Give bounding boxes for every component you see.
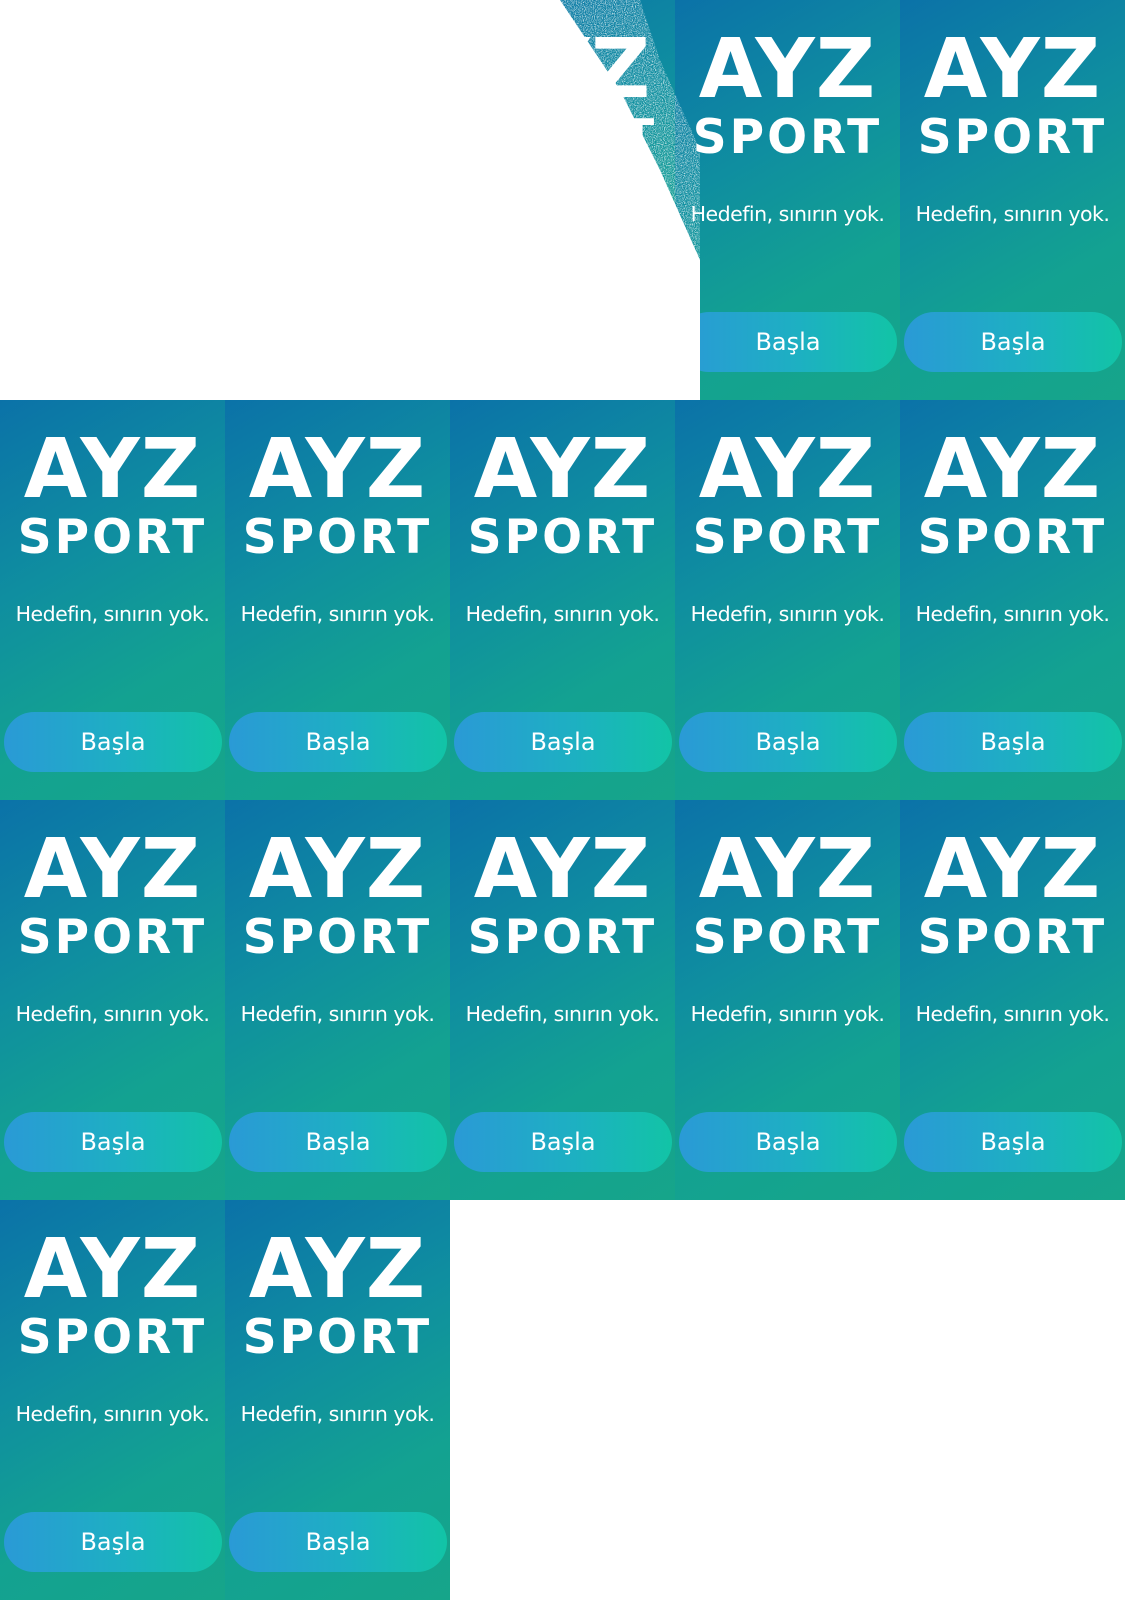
logo-sport: SPORT: [917, 110, 1108, 165]
start-button[interactable]: Başla: [454, 1112, 672, 1172]
logo-ayz: AYZ: [23, 1222, 202, 1317]
logo-sport: SPORT: [917, 910, 1108, 965]
splash-frame: AYZ SPORT Hedefin, sınırın yok. Başla: [450, 400, 675, 800]
logo-sport: SPORT: [467, 910, 658, 965]
tagline: Hedefin, sınırın yok.: [915, 202, 1110, 226]
start-button[interactable]: Başla: [4, 1112, 222, 1172]
splash-frame: AYZ SPORT Hedefin, sınırın yok. Başla: [225, 400, 450, 800]
logo-ayz: AYZ: [698, 22, 877, 117]
logo-sport: SPORT: [467, 510, 658, 565]
logo-ayz: AYZ: [23, 422, 202, 517]
splash-frame: AYZ SPORT Hedefin, sınırın yok. Başla: [900, 400, 1125, 800]
logo-sport: SPORT: [692, 510, 883, 565]
logo-sport: SPORT: [242, 510, 433, 565]
splash-frame: AYZ SPORT Hedefin, sınırın yok. Başla: [450, 800, 675, 1200]
splash-frame: AYZ SPORT Hedefin, sınırın yok. Başla: [675, 0, 900, 400]
logo-ayz: AYZ: [248, 822, 427, 917]
logo-ayz: AYZ: [923, 22, 1102, 117]
tagline: Hedefin, sınırın yok.: [15, 602, 210, 626]
splash-frame: AYZ SPORT Hedefin, sınırın yok. Başla: [225, 800, 450, 1200]
start-button[interactable]: Başla: [229, 1112, 447, 1172]
logo-ayz: AYZ: [698, 822, 877, 917]
start-button[interactable]: Başla: [454, 712, 672, 772]
tagline: Hedefin, sınırın yok.: [240, 1402, 435, 1426]
splash-frame: AYZ SPORT Hedefin, sınırın yok. Başla: [900, 0, 1125, 400]
start-button[interactable]: Başla: [229, 712, 447, 772]
tagline: Hedefin, sınırın yok.: [465, 202, 660, 226]
splash-frame: AYZ SPORT Hedefin, sınırın yok. Başla: [675, 400, 900, 800]
tagline: Hedefin, sınırın yok.: [915, 602, 1110, 626]
splash-frame: AYZ SPORT Hedefin, sınırın yok. Başla: [0, 1200, 225, 1600]
logo-sport: SPORT: [17, 510, 208, 565]
splash-sequence-sheet: AYZ SPORT Hedefin, sınırın yok. Başla AY…: [0, 0, 1125, 1600]
splash-frame: AYZ SPORT Hedefin, sınırın yok. Başla: [900, 800, 1125, 1200]
logo-ayz: AYZ: [248, 422, 427, 517]
tagline: Hedefin, sınırın yok.: [240, 1002, 435, 1026]
tagline: Hedefin, sınırın yok.: [690, 202, 885, 226]
start-button[interactable]: Başla: [4, 712, 222, 772]
logo-sport: SPORT: [242, 910, 433, 965]
start-button[interactable]: Başla: [229, 1512, 447, 1572]
tagline: Hedefin, sınırın yok.: [240, 602, 435, 626]
logo-ayz: AYZ: [473, 422, 652, 517]
tagline: Hedefin, sınırın yok.: [465, 602, 660, 626]
splash-frame: AYZ SPORT Hedefin, sınırın yok. Başla: [450, 0, 675, 400]
splash-frame: AYZ SPORT Hedefin, sınırın yok. Başla: [0, 400, 225, 800]
start-button[interactable]: Başla: [454, 312, 672, 372]
logo-sport: SPORT: [17, 1310, 208, 1365]
start-button[interactable]: Başla: [679, 712, 897, 772]
tagline: Hedefin, sınırın yok.: [915, 1002, 1110, 1026]
start-button[interactable]: Başla: [679, 1112, 897, 1172]
logo-sport: SPORT: [467, 110, 658, 165]
logo-sport: SPORT: [917, 510, 1108, 565]
start-button[interactable]: Başla: [904, 712, 1122, 772]
logo-ayz: AYZ: [698, 422, 877, 517]
logo-ayz: AYZ: [923, 422, 1102, 517]
start-button[interactable]: Başla: [904, 312, 1122, 372]
tagline: Hedefin, sınırın yok.: [15, 1002, 210, 1026]
logo-sport: SPORT: [692, 110, 883, 165]
tagline: Hedefin, sınırın yok.: [15, 1402, 210, 1426]
splash-frame: AYZ SPORT Hedefin, sınırın yok. Başla: [675, 800, 900, 1200]
logo-ayz: AYZ: [23, 822, 202, 917]
logo-sport: SPORT: [692, 910, 883, 965]
logo-sport: SPORT: [17, 910, 208, 965]
start-button[interactable]: Başla: [904, 1112, 1122, 1172]
logo-sport: SPORT: [242, 1310, 433, 1365]
tagline: Hedefin, sınırın yok.: [465, 1002, 660, 1026]
logo-ayz: AYZ: [248, 1222, 427, 1317]
start-button[interactable]: Başla: [679, 312, 897, 372]
tagline: Hedefin, sınırın yok.: [690, 1002, 885, 1026]
logo-ayz: AYZ: [923, 822, 1102, 917]
logo-ayz: AYZ: [473, 22, 652, 117]
start-button[interactable]: Başla: [4, 1512, 222, 1572]
splash-frame: AYZ SPORT Hedefin, sınırın yok. Başla: [225, 1200, 450, 1600]
logo-ayz: AYZ: [473, 822, 652, 917]
tagline: Hedefin, sınırın yok.: [690, 602, 885, 626]
splash-frame: AYZ SPORT Hedefin, sınırın yok. Başla: [0, 800, 225, 1200]
